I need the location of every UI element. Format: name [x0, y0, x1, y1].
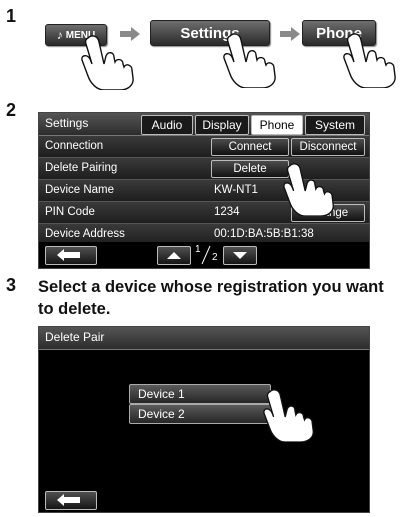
- tab-phone[interactable]: Phone: [251, 115, 303, 135]
- delete-pair-screen: Delete Pair Device 1 Device 2: [38, 326, 370, 513]
- delete-pair-title: Delete Pair: [45, 330, 105, 344]
- pointing-hand-icon: [223, 33, 276, 88]
- delete-pairing-label: Delete Pairing: [45, 162, 118, 174]
- page-total: 2: [212, 252, 218, 263]
- disconnect-button[interactable]: Disconnect: [291, 138, 365, 156]
- row-connection: Connection Connect Disconnect: [39, 136, 369, 158]
- tab-system[interactable]: System: [305, 115, 365, 135]
- back-arrow-icon: [57, 494, 80, 506]
- device-name-label: Device Name: [45, 184, 115, 196]
- arrow-right-icon: [280, 27, 300, 41]
- pin-code-value: 1234: [214, 206, 240, 218]
- back-arrow-icon: [57, 249, 80, 261]
- device-1-label: Device 1: [138, 387, 185, 401]
- settings-title: Settings: [45, 116, 89, 130]
- connect-button[interactable]: Connect: [211, 138, 289, 156]
- settings-topbar: Settings Audio Display Phone System: [39, 113, 369, 136]
- device-1-item[interactable]: Device 1: [129, 384, 271, 404]
- settings-bottombar: 1 2: [39, 242, 369, 268]
- step-1-number: 1: [6, 6, 17, 26]
- device-address-label: Device Address: [45, 228, 125, 240]
- pointing-hand-icon: [81, 35, 134, 90]
- page-down-button[interactable]: [223, 246, 257, 265]
- device-2-label: Device 2: [138, 407, 185, 421]
- pointing-hand-icon: [283, 163, 334, 216]
- music-note-icon: ♪: [56, 28, 63, 42]
- page-down-icon: [233, 252, 247, 259]
- pointing-hand-icon: [263, 389, 314, 442]
- page-up-button[interactable]: [157, 246, 191, 265]
- page-up-icon: [167, 252, 181, 259]
- delete-pair-topbar: Delete Pair: [39, 327, 369, 350]
- device-2-item[interactable]: Device 2: [129, 404, 271, 424]
- back-button[interactable]: [45, 491, 97, 510]
- delete-button[interactable]: Delete: [211, 160, 289, 178]
- back-button[interactable]: [45, 246, 97, 265]
- step-3-number: 3: [6, 275, 17, 295]
- step-2-number: 2: [6, 100, 17, 120]
- device-address-value: 00:1D:BA:5B:B1:38: [214, 228, 314, 240]
- connection-label: Connection: [45, 140, 104, 152]
- page-current: 1: [195, 244, 201, 255]
- device-name-value: KW-NT1: [214, 184, 258, 196]
- page-slash: [201, 245, 211, 265]
- step-3-instruction: Select a device whose registration you w…: [38, 278, 384, 318]
- pin-code-label: PIN Code: [45, 206, 95, 218]
- pointing-hand-icon: [343, 33, 396, 88]
- tab-audio[interactable]: Audio: [141, 115, 193, 135]
- tab-display[interactable]: Display: [195, 115, 249, 135]
